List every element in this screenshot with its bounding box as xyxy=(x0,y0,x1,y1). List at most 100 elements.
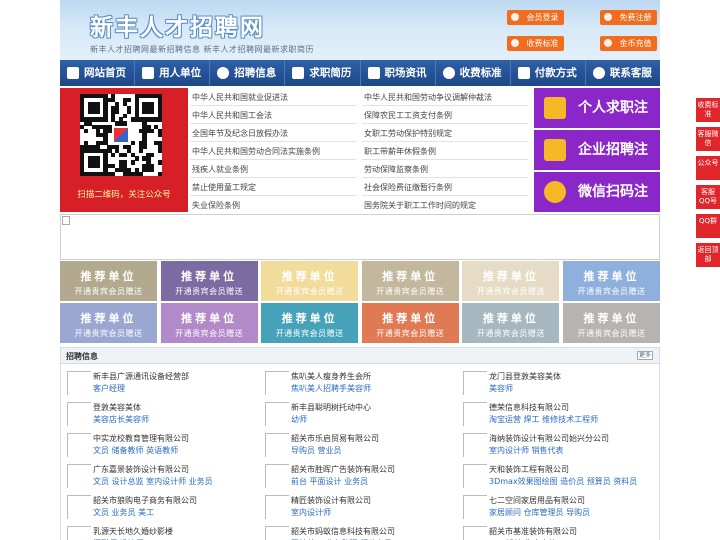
job-item[interactable]: 乳源天长地久婚纱影楼摄影师 设计师 xyxy=(61,523,256,540)
law-link[interactable]: 职工带薪年休假条例 xyxy=(364,146,436,157)
job-positions[interactable]: 美容师 xyxy=(489,383,513,394)
company-logo-placeholder[interactable] xyxy=(265,433,289,457)
company-name[interactable]: 天和装饰工程有限公司 xyxy=(489,464,569,475)
job-item[interactable]: 韶关市基准装饰有限公司CAD设计 生产主管 xyxy=(457,523,652,540)
job-item[interactable]: 天和装饰工程有限公司 3Dmax效果图绘图 造价员 预算员 资料员 xyxy=(457,461,652,491)
law-link[interactable]: 失业保险条例 xyxy=(192,200,240,211)
job-item[interactable]: 广东嘉景装饰设计有限公司 文员 设计总监 室内设计师 业务员 xyxy=(61,461,256,491)
company-logo-placeholder[interactable] xyxy=(67,495,91,519)
job-positions[interactable]: 美容店长美容师 xyxy=(93,414,149,425)
company-logo-placeholder[interactable] xyxy=(463,526,487,540)
job-positions[interactable]: 室内设计师 销售代表 xyxy=(489,445,564,456)
site-title[interactable]: 新丰人才招聘网 xyxy=(90,8,265,42)
company-name[interactable]: 德荣信息科技有限公司 xyxy=(489,402,569,413)
job-item[interactable]: 新丰县广源通讯设备经营部 客户经理 xyxy=(61,368,256,398)
company-logo-placeholder[interactable] xyxy=(265,371,289,395)
law-link[interactable]: 禁止使用童工规定 xyxy=(192,182,256,193)
nav-resumes[interactable]: 求职简历 xyxy=(285,60,361,86)
company-logo-placeholder[interactable] xyxy=(265,526,289,540)
job-item[interactable]: 韶关市乐启贸易有限公司 导购员 营业员 xyxy=(259,430,454,460)
nav-news[interactable]: 职场资讯 xyxy=(361,60,436,86)
job-item[interactable]: 韶关市狼购电子商务有限公司 文员 业务员 美工 xyxy=(61,492,256,522)
job-positions[interactable]: 文员 储备教师 英语教师 xyxy=(93,445,178,456)
company-name[interactable]: 韶关市狼购电子商务有限公司 xyxy=(93,495,197,506)
law-link[interactable]: 中华人民共和国劳动争议调解仲裁法 xyxy=(364,92,492,103)
nav-jobs[interactable]: 招聘信息 xyxy=(210,60,286,86)
job-item[interactable]: 新丰县聪明树托动中心 幼师 xyxy=(259,399,454,429)
recharge-button[interactable]: 金币充值 xyxy=(600,36,657,51)
employer-register-button[interactable]: 企业招聘注册 xyxy=(534,130,660,198)
nav-payment[interactable]: 付款方式 xyxy=(511,60,586,86)
pricing-button[interactable]: 收费标准 xyxy=(507,36,564,51)
company-name[interactable]: 新丰县广源通讯设备经营部 xyxy=(93,371,189,382)
featured-employer-tile[interactable]: 推荐单位 开通贵宾会员赠送 xyxy=(462,261,560,301)
law-link[interactable]: 社会保险费征缴暂行条例 xyxy=(364,182,452,193)
law-link[interactable]: 中华人民共和国劳动合同法实施条例 xyxy=(192,146,320,157)
job-item[interactable]: 七二空间家居用品有限公司 家居顾问 仓库管理员 导购员 xyxy=(457,492,652,522)
law-link[interactable]: 残疾人就业条例 xyxy=(192,164,248,175)
law-link[interactable]: 劳动保障监察条例 xyxy=(364,164,428,175)
featured-employer-tile[interactable]: 推荐单位 开通贵宾会员赠送 xyxy=(261,261,359,301)
featured-employer-tile[interactable]: 推荐单位 开通贵宾会员赠送 xyxy=(60,303,157,343)
featured-employer-tile[interactable]: 推荐单位 开通贵宾会员赠送 xyxy=(563,303,660,343)
side-float-button[interactable]: 公众号 xyxy=(696,156,720,180)
job-item[interactable]: 精匠装饰设计有限公司 室内设计师 xyxy=(259,492,454,522)
job-positions[interactable]: 家居顾问 仓库管理员 导购员 xyxy=(489,507,590,518)
wechat-register-button[interactable]: 微信扫码注册 xyxy=(534,172,660,240)
company-name[interactable]: 七二空间家居用品有限公司 xyxy=(489,495,585,506)
company-name[interactable]: 韶关市胜晖广告装饰有限公司 xyxy=(291,464,395,475)
law-link[interactable]: 中华人民共和国工会法 xyxy=(192,110,272,121)
nav-employers[interactable]: 用人单位 xyxy=(135,60,211,86)
job-item[interactable]: 韶关市蚂蚁信息科技有限公司网站美工 业务助理 行政专员 xyxy=(259,523,454,540)
job-positions[interactable]: 文员 业务员 美工 xyxy=(93,507,154,518)
job-positions[interactable]: 室内设计师 xyxy=(291,507,331,518)
company-name[interactable]: 韶关市基准装饰有限公司 xyxy=(489,526,577,537)
job-item[interactable]: 韶关市胜晖广告装饰有限公司 前台 平面设计 业务员 xyxy=(259,461,454,491)
featured-employer-tile[interactable]: 推荐单位 开通贵宾会员赠送 xyxy=(160,261,258,301)
job-item[interactable]: 中实龙校教育管理有限公司 文员 储备教师 英语教师 xyxy=(61,430,256,460)
company-name[interactable]: 乳源天长地久婚纱影楼 xyxy=(93,526,173,537)
jobseeker-register-button[interactable]: 个人求职注册 xyxy=(534,88,660,156)
job-positions[interactable]: 导购员 营业员 xyxy=(291,445,342,456)
job-item[interactable]: 龙门县登敦美容美体 美容师 xyxy=(457,368,652,398)
side-float-button[interactable]: 客服QQ号 xyxy=(696,185,720,209)
company-logo-placeholder[interactable] xyxy=(67,402,91,426)
more-link[interactable]: 更多 xyxy=(637,351,653,360)
side-float-button[interactable]: QQ群 xyxy=(696,214,720,238)
company-name[interactable]: 海纳装饰设计有限公司始兴分公司 xyxy=(489,433,609,444)
job-positions[interactable]: 淘宝运营 焊工 维修技术工程师 xyxy=(489,414,598,425)
company-logo-placeholder[interactable] xyxy=(265,464,289,488)
company-logo-placeholder[interactable] xyxy=(463,464,487,488)
job-positions[interactable]: 幼师 xyxy=(291,414,307,425)
register-button[interactable]: 免费注册 xyxy=(600,10,657,25)
nav-home[interactable]: 网站首页 xyxy=(60,60,136,86)
company-logo-placeholder[interactable] xyxy=(67,464,91,488)
company-name[interactable]: 韶关市蚂蚁信息科技有限公司 xyxy=(291,526,395,537)
job-item[interactable]: 德荣信息科技有限公司 淘宝运营 焊工 维修技术工程师 xyxy=(457,399,652,429)
company-logo-placeholder[interactable] xyxy=(265,402,289,426)
company-logo-placeholder[interactable] xyxy=(67,371,91,395)
side-float-button[interactable]: 客服微信 xyxy=(696,127,720,151)
banner-image[interactable] xyxy=(60,214,660,260)
featured-employer-tile[interactable]: 推荐单位 开通贵宾会员赠送 xyxy=(361,261,459,301)
job-item[interactable]: 海纳装饰设计有限公司始兴分公司 室内设计师 销售代表 xyxy=(457,430,652,460)
login-button[interactable]: 会员登录 xyxy=(507,10,564,25)
company-name[interactable]: 中实龙校教育管理有限公司 xyxy=(93,433,189,444)
featured-employer-tile[interactable]: 推荐单位 开通贵宾会员赠送 xyxy=(361,303,459,343)
nav-pricing[interactable]: 收费标准 xyxy=(436,60,511,86)
company-logo-placeholder[interactable] xyxy=(265,495,289,519)
company-logo-placeholder[interactable] xyxy=(67,526,91,540)
company-name[interactable]: 新丰县聪明树托动中心 xyxy=(291,402,371,413)
law-link[interactable]: 女职工劳动保护特别规定 xyxy=(364,128,452,139)
featured-employer-tile[interactable]: 推荐单位 开通贵宾会员赠送 xyxy=(462,303,560,343)
featured-employer-tile[interactable]: 推荐单位 开通贵宾会员赠送 xyxy=(60,261,157,301)
company-name[interactable]: 精匠装饰设计有限公司 xyxy=(291,495,371,506)
job-positions[interactable]: 客户经理 xyxy=(93,383,125,394)
company-logo-placeholder[interactable] xyxy=(463,433,487,457)
job-item[interactable]: 登敦美容美体 美容店长美容师 xyxy=(61,399,256,429)
company-logo-placeholder[interactable] xyxy=(463,495,487,519)
featured-employer-tile[interactable]: 推荐单位 开通贵宾会员赠送 xyxy=(160,303,258,343)
featured-employer-tile[interactable]: 推荐单位 开通贵宾会员赠送 xyxy=(261,303,359,343)
side-float-button[interactable]: 返回顶部 xyxy=(696,243,720,267)
job-positions[interactable]: 文员 设计总监 室内设计师 业务员 xyxy=(93,476,213,487)
